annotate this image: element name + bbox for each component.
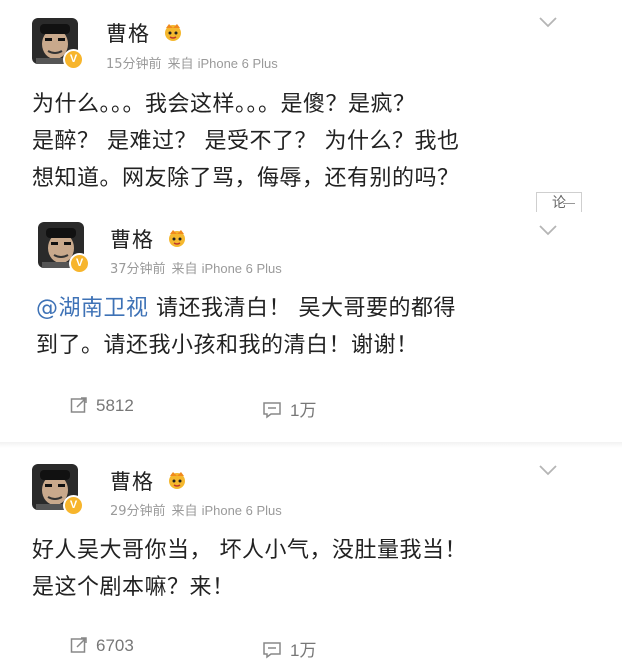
avatar[interactable]: V: [38, 222, 90, 274]
crown-emoji-icon: [169, 472, 185, 489]
comment-icon: [263, 402, 281, 419]
post-meta: 37分钟前 来自 iPhone 6 Plus: [110, 258, 282, 277]
post-text-segment: 请还我清白！ 吴大哥要的都得: [148, 296, 457, 321]
verified-badge-icon: V: [69, 253, 90, 274]
chevron-down-icon[interactable]: [538, 16, 558, 28]
comment-button[interactable]: 1万: [262, 396, 316, 421]
post-time: 15分钟前: [106, 57, 162, 72]
comment-icon: [263, 642, 281, 659]
device-name[interactable]: iPhone 6 Plus: [198, 56, 278, 71]
post-text-line: @湖南卫视 请还我清白！ 吴大哥要的都得: [36, 290, 456, 327]
avatar[interactable]: V: [32, 464, 84, 516]
post-text-line: 想知道。网友除了骂，侮辱，还有别的吗？: [32, 166, 460, 191]
post-text: @湖南卫视 请还我清白！ 吴大哥要的都得 到了。请还我小孩和我的清白！谢谢！: [36, 290, 456, 364]
comment-tab[interactable]: 论: [536, 192, 582, 213]
repost-icon: [70, 397, 87, 413]
avatar[interactable]: V: [32, 18, 84, 70]
repost-count: 5812: [96, 396, 134, 415]
post-text: 为什么。。。我会这样。。。是傻？是疯？ 是醉？ 是难过？ 是受不了？ 为什么？我…: [32, 86, 460, 197]
source-label: 来自: [171, 262, 198, 277]
author-name[interactable]: 曹格: [110, 224, 154, 254]
crown-emoji-icon: [169, 230, 185, 247]
repost-button[interactable]: 5812: [70, 396, 134, 416]
verified-badge-icon: V: [63, 49, 84, 70]
post-text-line: 是这个剧本嘛？来！: [32, 575, 235, 600]
weibo-post-1: V 曹格 15分钟前 来自 iPhone 6 Plus 为什么。。。我会这样。。。是…: [0, 0, 622, 213]
author-name[interactable]: 曹格: [110, 466, 154, 496]
device-name[interactable]: iPhone 6 Plus: [202, 503, 282, 518]
post-text-line: 到了。请还我小孩和我的清白！谢谢！: [36, 333, 419, 358]
device-name[interactable]: iPhone 6 Plus: [202, 261, 282, 276]
post-footer: 5812 1万: [30, 388, 590, 428]
post-meta: 15分钟前 来自 iPhone 6 Plus: [106, 53, 278, 72]
repost-icon: [70, 637, 87, 653]
repost-count: 6703: [96, 636, 134, 655]
author-name[interactable]: 曹格: [106, 18, 150, 48]
post-time: 37分钟前: [110, 262, 166, 277]
comment-count: 1万: [290, 401, 317, 420]
source-label: 来自: [167, 57, 194, 72]
source-label: 来自: [171, 504, 198, 519]
verified-badge-icon: V: [63, 495, 84, 516]
post-text: 好人吴大哥你当， 坏人小气，没肚量我当！ 是这个剧本嘛？来！: [32, 532, 467, 606]
mention-link[interactable]: @湖南卫视: [36, 296, 149, 321]
weibo-post-3: V 曹格 29分钟前 来自 iPhone 6 Plus 好人吴大哥你当， 坏人小气，…: [14, 448, 622, 668]
post-text-line: 好人吴大哥你当， 坏人小气，没肚量我当！: [32, 538, 467, 563]
comment-button[interactable]: 1万: [262, 636, 316, 661]
post-text-line: 是醉？ 是难过？ 是受不了？ 为什么？我也: [32, 129, 460, 154]
chevron-down-icon[interactable]: [538, 224, 558, 236]
comment-count: 1万: [290, 641, 317, 660]
weibo-post-2: V 曹格 37分钟前 来自 iPhone 6 Plus @湖南卫视 请还我清白！ 吴…: [30, 212, 590, 442]
crown-emoji-icon: [165, 24, 181, 41]
repost-button[interactable]: 6703: [70, 636, 134, 656]
post-time: 29分钟前: [110, 504, 166, 519]
chevron-down-icon[interactable]: [538, 464, 558, 476]
post-text-line: 为什么。。。我会这样。。。是傻？是疯？: [32, 92, 416, 117]
post-meta: 29分钟前 来自 iPhone 6 Plus: [110, 500, 282, 519]
post-footer: 6703 1万: [14, 628, 622, 668]
